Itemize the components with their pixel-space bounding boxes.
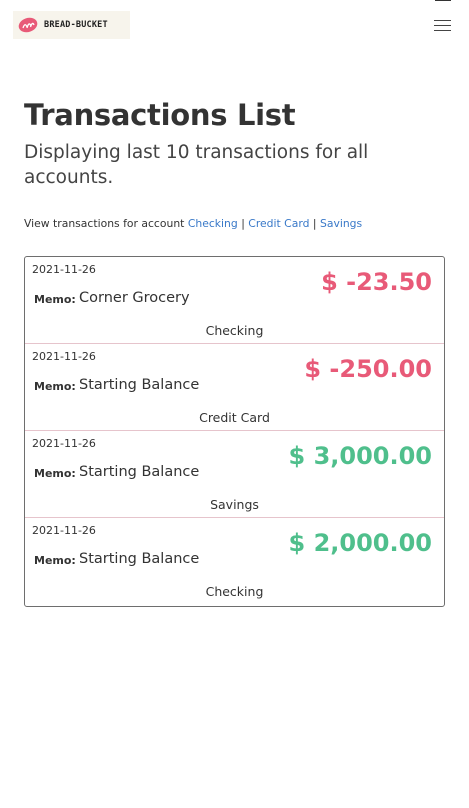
memo-label: Memo:	[34, 467, 76, 480]
hamburger-menu-icon[interactable]	[434, 18, 452, 32]
transaction-memo: Corner Grocery	[79, 290, 190, 306]
account-filter: View transactions for account Checking |…	[24, 217, 362, 230]
top-divider	[435, 0, 451, 1]
page-title: Transactions List	[24, 98, 296, 132]
transaction-account: Checking	[205, 584, 264, 599]
transaction-account: Credit Card	[199, 410, 270, 425]
navbar: BREAD-BUCKET	[0, 0, 469, 50]
transaction-item[interactable]: 2021-11-26 Memo: Starting Balance $ 3,00…	[25, 431, 444, 518]
transaction-item[interactable]: 2021-11-26 Memo: Corner Grocery $ -23.50…	[25, 257, 444, 344]
bread-icon	[18, 17, 38, 33]
transaction-date: 2021-11-26	[32, 524, 96, 537]
transaction-account: Savings	[210, 497, 259, 512]
transaction-account: Checking	[205, 323, 264, 338]
transaction-memo: Starting Balance	[79, 464, 200, 480]
transaction-amount: $ -250.00	[304, 355, 432, 383]
memo-label: Memo:	[34, 554, 76, 567]
transaction-amount: $ 3,000.00	[288, 442, 432, 470]
transaction-memo: Starting Balance	[79, 551, 200, 567]
filter-link-checking[interactable]: Checking	[188, 217, 238, 230]
filter-link-savings[interactable]: Savings	[320, 217, 362, 230]
filter-prefix: View transactions for account	[24, 217, 185, 230]
transaction-amount: $ -23.50	[321, 268, 432, 296]
filter-link-credit-card[interactable]: Credit Card	[248, 217, 309, 230]
transaction-date: 2021-11-26	[32, 437, 96, 450]
memo-label: Memo:	[34, 380, 76, 393]
transaction-item[interactable]: 2021-11-26 Memo: Starting Balance $ -250…	[25, 344, 444, 431]
filter-separator: |	[241, 217, 245, 230]
transaction-date: 2021-11-26	[32, 263, 96, 276]
transaction-date: 2021-11-26	[32, 350, 96, 363]
transaction-item[interactable]: 2021-11-26 Memo: Starting Balance $ 2,00…	[25, 518, 444, 606]
page-subtitle: Displaying last 10 transactions for all …	[24, 142, 369, 188]
transaction-amount: $ 2,000.00	[288, 529, 432, 557]
brand-name: BREAD-BUCKET	[44, 20, 108, 30]
brand-logo[interactable]: BREAD-BUCKET	[13, 11, 130, 39]
transaction-memo: Starting Balance	[79, 377, 200, 393]
filter-separator: |	[312, 217, 317, 230]
transactions-list: 2021-11-26 Memo: Corner Grocery $ -23.50…	[24, 256, 445, 607]
memo-label: Memo:	[34, 293, 76, 306]
